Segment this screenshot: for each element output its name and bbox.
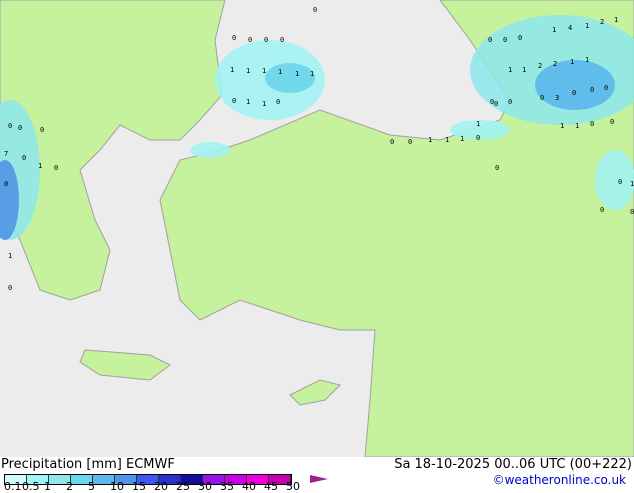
rain-label: 1 [585, 22, 589, 30]
legend-label: 5 [88, 480, 95, 493]
rain-label: 0 [4, 180, 8, 188]
legend-label: 30 [198, 480, 212, 493]
rain-label: 0 [276, 98, 280, 106]
rain-label: 0 [590, 120, 594, 128]
rain-label: 2 [600, 18, 604, 26]
legend-arrow [310, 475, 328, 483]
rain-label: 1 [310, 70, 314, 78]
legend-label: 15 [132, 480, 146, 493]
rain-label: 1 [262, 100, 266, 108]
credit-link[interactable]: ©weatheronline.co.uk [493, 473, 626, 487]
rain-label: 0 [618, 178, 622, 186]
footer: Precipitation [mm] ECMWF Sa 18-10-2025 0… [0, 457, 634, 493]
rain-label: 0 [630, 208, 634, 216]
rain-label: 0 [508, 98, 512, 106]
rain-label: 0 [610, 118, 614, 126]
rain-label: 1 [460, 135, 464, 143]
rain-label: 1 [630, 180, 634, 188]
rain-label: 1 [614, 16, 618, 24]
rain-label: 0 [590, 86, 594, 94]
rain-label: 2 [538, 62, 542, 70]
legend-label: 35 [220, 480, 234, 493]
rain-label: 0 [494, 100, 498, 108]
rain-label: 1 [445, 136, 449, 144]
legend-label: 20 [154, 480, 168, 493]
legend-label: 25 [176, 480, 190, 493]
rain-label: 2 [553, 60, 557, 68]
legend-label: 50 [286, 480, 300, 493]
rain-label: 0 [600, 206, 604, 214]
rain-label: 0 [22, 154, 26, 162]
rain-label: 7 [4, 150, 8, 158]
rain-label: 0 [18, 124, 22, 132]
legend-label: 1 [44, 480, 51, 493]
rain-label: 1 [246, 67, 250, 75]
rain-label: 0 [518, 34, 522, 42]
rain-label: 1 [246, 98, 250, 106]
forecast-date: Sa 18-10-2025 00..06 UTC (00+222) [394, 457, 632, 472]
rain-label: 1 [262, 67, 266, 75]
rain-label: 1 [560, 122, 564, 130]
rain-label: 0 [540, 94, 544, 102]
legend-label: 45 [264, 480, 278, 493]
precipitation-map: 0 0 0 001 1 1 1 1 10 1 1 00 0 00 00 0 1 1 1 01 1 2 2 1 11 4 1 2 10 30… [0, 0, 634, 457]
rain-label: 1 [230, 66, 234, 74]
rain-label: 1 [428, 136, 432, 144]
rain-label: 0 [572, 89, 576, 97]
rain-label: 0 [54, 164, 58, 172]
legend-label: 10 [110, 480, 124, 493]
rain-label: 1 [278, 68, 282, 76]
rain-label: 0 [488, 36, 492, 44]
rain-label: 1 [8, 252, 12, 260]
rain-label: 1 [575, 122, 579, 130]
rain-label: 0 [8, 284, 12, 292]
legend-label: 40 [242, 480, 256, 493]
rain-label: 0 [390, 138, 394, 146]
rain-label: 0 [8, 122, 12, 130]
rain-label: 1 [38, 162, 42, 170]
rain-label: 1 [570, 58, 574, 66]
rain-label: 1 [295, 70, 299, 78]
rain-label: 0 [313, 6, 317, 14]
rain-label: 1 [552, 26, 556, 34]
legend-label: 0.1 [4, 480, 22, 493]
rain-label: 1 [585, 56, 589, 64]
rain-label: 0 [248, 36, 252, 44]
rain-label: 0 [264, 36, 268, 44]
rain-label: 4 [568, 24, 572, 32]
rain-label: 1 [522, 66, 526, 74]
rain-label: 0 [503, 36, 507, 44]
rain-label: 3 [555, 94, 559, 102]
map-title: Precipitation [mm] ECMWF [1, 457, 175, 472]
rain-label: 0 [495, 164, 499, 172]
rain-label: 0 [40, 126, 44, 134]
rain-label: 1 [476, 120, 480, 128]
legend-label: 2 [66, 480, 73, 493]
rain-label: 0 [232, 34, 236, 42]
rain-label: 0 [408, 138, 412, 146]
rain-label: 0 [232, 97, 236, 105]
rain-label: 1 [508, 66, 512, 74]
rain-label: 0 [476, 134, 480, 142]
rain-label: 0 [604, 84, 608, 92]
legend-label: 0.5 [22, 480, 40, 493]
rain-label: 0 [280, 36, 284, 44]
